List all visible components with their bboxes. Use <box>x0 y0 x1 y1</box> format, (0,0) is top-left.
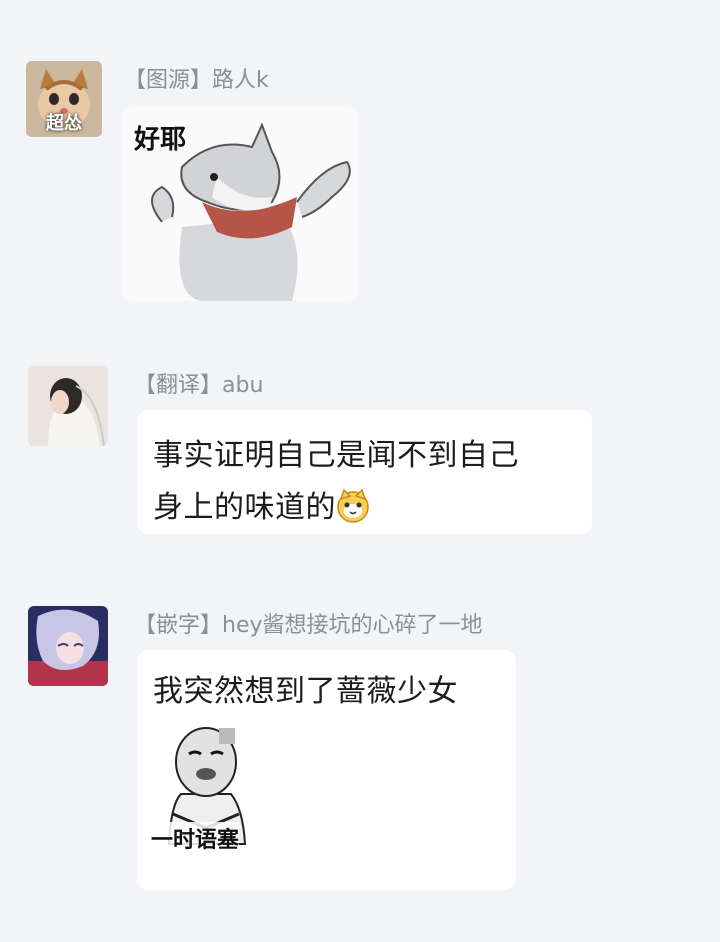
message-text-line-1: 事实证明自己是闻不到自己 <box>153 438 519 473</box>
sender-name[interactable]: 【图源】路人k <box>124 62 269 94</box>
message-text-line-2-content: 身上的味道的 <box>153 490 336 525</box>
message-text-line-2: 身上的味道的 <box>153 482 576 540</box>
avatar[interactable]: 超怂 <box>26 61 102 137</box>
sticker-caption: 好耶 <box>134 125 187 155</box>
bride-avatar-icon <box>28 366 108 446</box>
anime-avatar-icon <box>28 606 108 686</box>
avatar[interactable] <box>28 366 108 446</box>
cat-face-icon <box>336 488 370 540</box>
sender-name[interactable]: 【翻译】abu <box>134 367 263 399</box>
sticker-caption: 一时语塞 <box>151 822 240 854</box>
avatar-caption: 超怂 <box>46 113 82 134</box>
message-text: 我突然想到了蔷薇少女 <box>153 674 458 709</box>
sticker-bubble[interactable]: 好耶 <box>122 107 358 301</box>
text-sticker-bubble[interactable]: 我突然想到了蔷薇少女 一时语塞 <box>137 650 516 890</box>
text-bubble[interactable]: 事实证明自己是闻不到自己 身上的味道的 <box>137 410 592 534</box>
sender-name[interactable]: 【嵌字】hey酱想接坑的心碎了一地 <box>134 607 483 639</box>
meme-sticker: 一时语塞 <box>151 724 261 858</box>
avatar[interactable] <box>28 606 108 686</box>
